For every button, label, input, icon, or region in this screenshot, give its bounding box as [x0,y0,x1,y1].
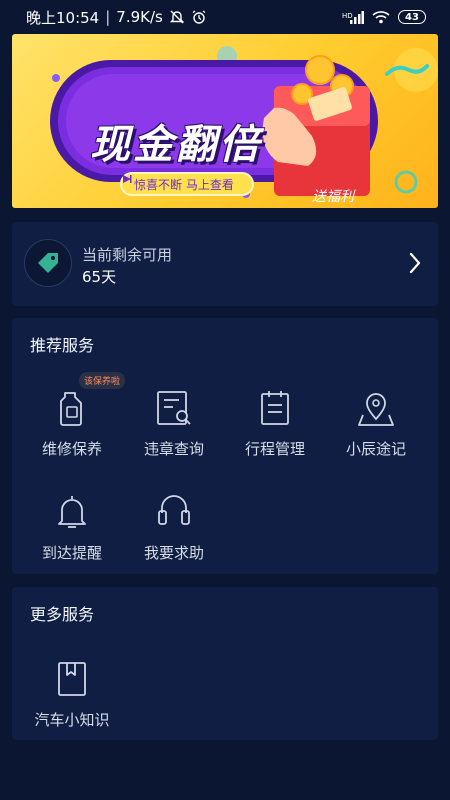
clipboard-icon [255,388,295,428]
bell-icon [52,492,92,532]
service-label: 行程管理 [244,440,305,458]
service-label: 小辰途记 [345,440,406,458]
banner-gift-text: 送福利 [312,189,354,205]
alarm-icon [191,9,207,25]
oil-bottle-icon [52,388,92,428]
service-label: 汽车小知识 [34,711,110,729]
map-pin-icon [356,388,396,428]
service-label: 维修保养 [41,440,102,458]
service-ask-help[interactable]: 我要求助 [119,492,229,582]
tag-icon [24,239,72,287]
more-services-card: 更多服务 汽车小知识 [12,587,438,740]
service-travel-journal[interactable]: 小辰途记 [321,388,431,478]
service-label: 违章查询 [143,440,204,458]
service-violation-query[interactable]: 违章查询 [119,388,229,478]
mute-icon [169,9,185,25]
remaining-days-card[interactable]: 当前剩余可用 65天 [12,222,438,306]
wifi-icon [372,10,390,24]
banner-cta[interactable]: 惊喜不断 马上查看 [120,172,254,196]
document-search-icon [154,388,194,428]
battery-icon: 43 [398,10,426,24]
recommended-services-card: 推荐服务 维修保养 该保养啦 违章查询 行程管理 小辰途记 到达提醒 我要求助 [12,318,438,574]
banner-title: 现金翻倍 [90,122,262,168]
signal-icon: HD [342,10,364,24]
service-label: 我要求助 [143,544,204,562]
chevron-right-icon[interactable] [408,252,422,278]
service-trip-management[interactable]: 行程管理 [220,388,330,478]
banner-cta-label: 惊喜不断 马上查看 [134,177,234,192]
recommended-title: 推荐服务 [30,336,95,355]
maintenance-due-badge: 该保养啦 [79,372,126,389]
network-speed: 7.9K/s [116,8,163,26]
status-bar: 晚上10:54 | 7.9K/s HD 43 [0,0,450,34]
more-title: 更多服务 [30,605,95,624]
promo-banner[interactable]: 现金翻倍 惊喜不断 马上查看 送福利 [12,34,438,208]
headset-icon [154,492,194,532]
status-time: 晚上10:54 [26,8,100,27]
remaining-value: 65天 [82,268,117,286]
book-icon [52,659,92,699]
service-arrival-reminder[interactable]: 到达提醒 [17,492,127,582]
service-car-knowledge[interactable]: 汽车小知识 [17,659,127,749]
service-label: 到达提醒 [41,544,102,562]
service-maintenance[interactable]: 维修保养 [17,388,127,478]
svg-text:HD: HD [342,12,353,20]
remaining-label: 当前剩余可用 [82,246,173,264]
